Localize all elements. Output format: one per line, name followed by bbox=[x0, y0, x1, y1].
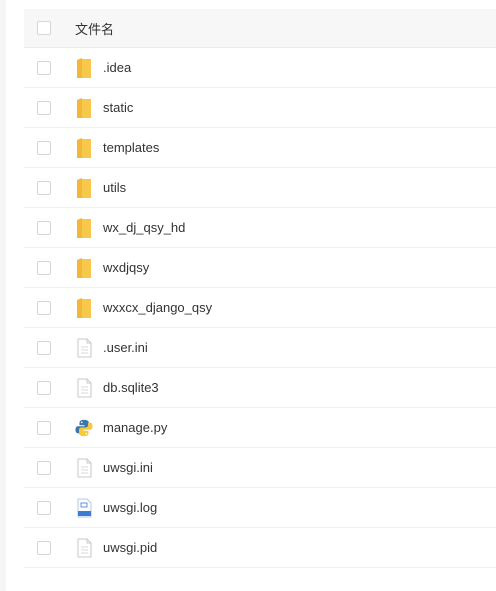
row-checkbox[interactable] bbox=[37, 500, 51, 515]
row-checkbox[interactable] bbox=[37, 540, 51, 555]
file-row[interactable]: uwsgi.log bbox=[24, 488, 496, 528]
file-name[interactable]: wxdjqsy bbox=[103, 260, 149, 275]
file-name[interactable]: db.sqlite3 bbox=[103, 380, 159, 395]
row-checkbox[interactable] bbox=[37, 460, 51, 475]
file-row[interactable]: uwsgi.pid bbox=[24, 528, 496, 568]
file-name[interactable]: uwsgi.log bbox=[103, 500, 157, 515]
file-row[interactable]: wxxcx_django_qsy bbox=[24, 288, 496, 328]
file-name[interactable]: uwsgi.pid bbox=[103, 540, 157, 555]
file-icon bbox=[75, 376, 93, 400]
file-icon bbox=[75, 536, 93, 560]
file-row[interactable]: .idea bbox=[24, 48, 496, 88]
file-icon bbox=[75, 336, 93, 360]
file-name[interactable]: .user.ini bbox=[103, 340, 148, 355]
folder-icon bbox=[75, 56, 93, 80]
folder-icon bbox=[75, 256, 93, 280]
file-list-body: .idea static templates utils wx_dj_qsy_h… bbox=[24, 48, 496, 568]
file-row[interactable]: manage.py bbox=[24, 408, 496, 448]
file-name[interactable]: templates bbox=[103, 140, 159, 155]
folder-icon bbox=[75, 216, 93, 240]
left-panel-edge bbox=[0, 0, 6, 591]
file-list-header: 文件名 bbox=[24, 9, 496, 48]
file-row[interactable]: wxdjqsy bbox=[24, 248, 496, 288]
row-checkbox[interactable] bbox=[37, 300, 51, 315]
row-checkbox[interactable] bbox=[37, 180, 51, 195]
file-icon bbox=[75, 456, 93, 480]
file-list-table: 文件名 .idea static templates utils wx_dj_q… bbox=[24, 9, 496, 568]
row-checkbox[interactable] bbox=[37, 140, 51, 155]
row-checkbox[interactable] bbox=[37, 380, 51, 395]
folder-icon bbox=[75, 176, 93, 200]
row-checkbox[interactable] bbox=[37, 260, 51, 275]
row-checkbox[interactable] bbox=[37, 420, 51, 435]
file-name[interactable]: wxxcx_django_qsy bbox=[103, 300, 212, 315]
row-checkbox[interactable] bbox=[37, 100, 51, 115]
folder-icon bbox=[75, 136, 93, 160]
file-name[interactable]: uwsgi.ini bbox=[103, 460, 153, 475]
row-checkbox[interactable] bbox=[37, 340, 51, 355]
file-name[interactable]: static bbox=[103, 100, 133, 115]
file-name[interactable]: utils bbox=[103, 180, 126, 195]
column-header-filename[interactable]: 文件名 bbox=[75, 19, 114, 38]
file-row[interactable]: db.sqlite3 bbox=[24, 368, 496, 408]
file-name[interactable]: wx_dj_qsy_hd bbox=[103, 220, 185, 235]
folder-icon bbox=[75, 296, 93, 320]
python-icon bbox=[75, 416, 93, 440]
folder-icon bbox=[75, 96, 93, 120]
file-row[interactable]: .user.ini bbox=[24, 328, 496, 368]
row-checkbox[interactable] bbox=[37, 220, 51, 235]
file-row[interactable]: wx_dj_qsy_hd bbox=[24, 208, 496, 248]
file-name[interactable]: manage.py bbox=[103, 420, 167, 435]
file-row[interactable]: utils bbox=[24, 168, 496, 208]
file-name[interactable]: .idea bbox=[103, 60, 131, 75]
row-checkbox[interactable] bbox=[37, 60, 51, 75]
file-row[interactable]: static bbox=[24, 88, 496, 128]
file-row[interactable]: uwsgi.ini bbox=[24, 448, 496, 488]
select-all-checkbox[interactable] bbox=[37, 21, 51, 35]
log-file-icon bbox=[75, 496, 93, 520]
file-row[interactable]: templates bbox=[24, 128, 496, 168]
